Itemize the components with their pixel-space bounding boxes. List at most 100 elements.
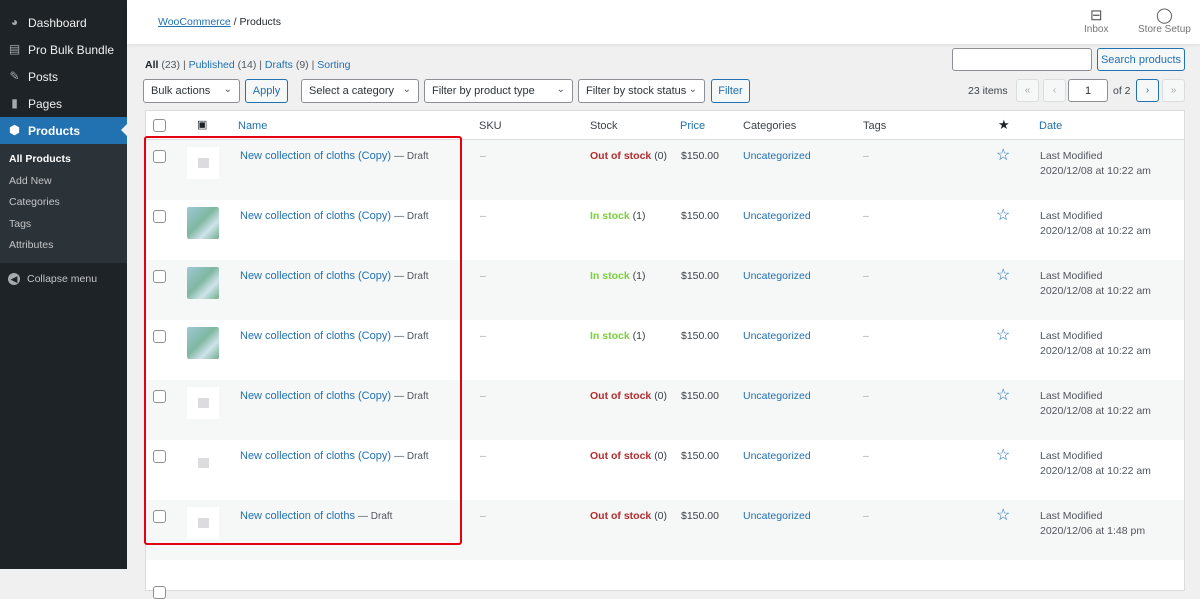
category-link[interactable]: Uncategorized: [743, 150, 811, 162]
bulk-actions-select[interactable]: Bulk actions ⌄: [143, 79, 240, 103]
product-thumbnail[interactable]: [187, 207, 219, 239]
date-value: 2020/12/08 at 10:22 am: [1040, 345, 1151, 357]
price: $150.00: [681, 150, 719, 162]
date-value: 2020/12/08 at 10:22 am: [1040, 165, 1151, 177]
collapse-icon: ◀: [8, 272, 20, 285]
featured-star-icon[interactable]: ☆: [996, 148, 1010, 164]
tags: –: [863, 390, 869, 402]
tags: –: [863, 450, 869, 462]
category-value: Select a category: [309, 85, 394, 97]
submenu-add-new[interactable]: Add New: [0, 171, 127, 193]
stock-qty: (1): [632, 330, 646, 342]
drafts-count: (9): [295, 59, 309, 71]
date-label: Last Modified: [1040, 390, 1103, 402]
collapse-menu-button[interactable]: ◀ Collapse menu: [0, 269, 127, 289]
product-thumbnail[interactable]: [187, 147, 219, 179]
column-categories: Categories: [743, 120, 797, 132]
placeholder-image-icon: [197, 398, 209, 408]
featured-star-icon[interactable]: ☆: [996, 448, 1010, 464]
products-submenu: All Products Add New Categories Tags Attribu…: [0, 144, 127, 263]
product-name-link[interactable]: New collection of cloths (Copy): [240, 210, 391, 222]
category-link[interactable]: Uncategorized: [743, 390, 811, 402]
column-name[interactable]: Name: [238, 120, 267, 132]
sidebar-item-pro-bulk-bundle[interactable]: ▤ Pro Bulk Bundle: [0, 36, 127, 63]
sidebar-item-dashboard[interactable]: ◕ Dashboard: [0, 9, 127, 36]
column-price[interactable]: Price: [680, 120, 705, 132]
submenu-categories[interactable]: Categories: [0, 192, 127, 214]
featured-star-icon[interactable]: ★: [998, 117, 1010, 133]
post-state: — Draft: [394, 151, 429, 162]
table-row: New collection of cloths (Copy) — Draft …: [146, 380, 1184, 440]
sidebar-item-label: Products: [28, 123, 81, 138]
category-select[interactable]: Select a category ⌄: [301, 79, 419, 103]
product-name-link[interactable]: New collection of cloths (Copy): [240, 330, 391, 342]
view-published[interactable]: Published: [189, 59, 235, 71]
product-thumbnail[interactable]: [187, 447, 219, 479]
category-link[interactable]: Uncategorized: [743, 510, 811, 522]
featured-star-icon[interactable]: ☆: [996, 388, 1010, 404]
post-state: — Draft: [394, 391, 429, 402]
view-all[interactable]: All: [145, 59, 158, 71]
product-type-select[interactable]: Filter by product type ⌄: [424, 79, 573, 103]
sidebar-item-products[interactable]: ⬢ Products: [0, 117, 127, 144]
category-link[interactable]: Uncategorized: [743, 450, 811, 462]
row-checkbox[interactable]: [153, 330, 166, 343]
price: $150.00: [681, 330, 719, 342]
row-checkbox[interactable]: [153, 150, 166, 163]
inbox-button[interactable]: ⊟ Inbox: [1084, 6, 1108, 35]
submenu-all-products[interactable]: All Products: [0, 149, 127, 171]
filter-button[interactable]: Filter: [711, 79, 750, 103]
apply-button[interactable]: Apply: [245, 79, 288, 103]
product-thumbnail[interactable]: [187, 327, 219, 359]
price: $150.00: [681, 450, 719, 462]
date-value: 2020/12/08 at 10:22 am: [1040, 225, 1151, 237]
sidebar-item-pages[interactable]: ▮ Pages: [0, 90, 127, 117]
category-link[interactable]: Uncategorized: [743, 210, 811, 222]
featured-star-icon[interactable]: ☆: [996, 208, 1010, 224]
current-page-input[interactable]: 1: [1068, 79, 1108, 102]
products-table: ▣ Name SKU Stock Price Categories Tags ★…: [145, 110, 1185, 599]
row-checkbox[interactable]: [153, 210, 166, 223]
product-name-link[interactable]: New collection of cloths (Copy): [240, 150, 391, 162]
featured-star-icon[interactable]: ☆: [996, 268, 1010, 284]
row-checkbox[interactable]: [153, 390, 166, 403]
featured-star-icon[interactable]: ☆: [996, 328, 1010, 344]
first-page-button[interactable]: «: [1016, 79, 1039, 102]
table-row: New collection of cloths (Copy) — Draft …: [146, 320, 1184, 380]
last-page-button[interactable]: »: [1162, 79, 1185, 102]
date-label: Last Modified: [1040, 270, 1103, 282]
next-page-button[interactable]: ›: [1136, 79, 1159, 102]
product-thumbnail[interactable]: [187, 267, 219, 299]
tags: –: [863, 270, 869, 282]
select-all-checkbox[interactable]: [153, 119, 166, 132]
product-thumbnail[interactable]: [187, 387, 219, 419]
row-checkbox[interactable]: [153, 510, 166, 523]
product-name-link[interactable]: New collection of cloths (Copy): [240, 450, 391, 462]
product-thumbnail[interactable]: [187, 507, 219, 539]
featured-star-icon[interactable]: ☆: [996, 508, 1010, 524]
search-input[interactable]: [952, 48, 1092, 71]
submenu-tags[interactable]: Tags: [0, 214, 127, 236]
breadcrumb-current: Products: [239, 16, 281, 28]
date-label: Last Modified: [1040, 450, 1103, 462]
tags: –: [863, 150, 869, 162]
view-sorting[interactable]: Sorting: [317, 59, 350, 71]
row-checkbox[interactable]: [153, 450, 166, 463]
column-sku[interactable]: SKU: [479, 120, 502, 132]
row-checkbox[interactable]: [153, 270, 166, 283]
prev-page-button[interactable]: ‹: [1043, 79, 1066, 102]
category-link[interactable]: Uncategorized: [743, 270, 811, 282]
category-link[interactable]: Uncategorized: [743, 330, 811, 342]
admin-sidebar: ◕ Dashboard ▤ Pro Bulk Bundle ✎ Posts ▮ Pages ⬢ P…: [0, 0, 127, 569]
breadcrumb-woocommerce-link[interactable]: WooCommerce: [158, 16, 231, 28]
product-name-link[interactable]: New collection of cloths: [240, 510, 355, 522]
stock-status-select[interactable]: Filter by stock status ⌄: [578, 79, 705, 103]
submenu-attributes[interactable]: Attributes: [0, 235, 127, 257]
column-date[interactable]: Date: [1039, 120, 1062, 132]
product-name-link[interactable]: New collection of cloths (Copy): [240, 270, 391, 282]
search-products-button[interactable]: Search products: [1097, 48, 1185, 71]
sidebar-item-posts[interactable]: ✎ Posts: [0, 63, 127, 90]
product-name-link[interactable]: New collection of cloths (Copy): [240, 390, 391, 402]
store-setup-button[interactable]: ◯ Store Setup: [1138, 6, 1191, 35]
view-drafts[interactable]: Drafts: [265, 59, 293, 71]
